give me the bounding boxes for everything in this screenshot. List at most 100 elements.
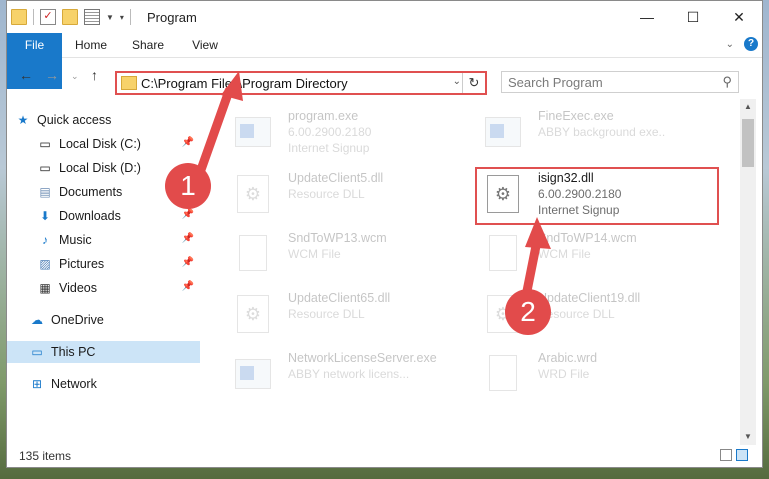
file-description: Internet Signup	[288, 141, 370, 155]
sidebar-item-videos[interactable]: ▦ Videos 📌	[37, 277, 200, 299]
sidebar-item-onedrive[interactable]: ☁ OneDrive	[29, 309, 200, 331]
drive-icon: ▭	[39, 137, 51, 151]
sidebar-item-label: OneDrive	[51, 313, 104, 327]
file-description: ABBY background exe..	[538, 125, 666, 139]
step-badge-2: 2	[505, 289, 551, 335]
music-icon: ♪	[42, 233, 48, 247]
file-name: FineExec.exe	[538, 109, 614, 123]
details-view-icon[interactable]	[720, 449, 732, 461]
title-bar: ✓ ▼ ▾ Program — ☐ ✕	[7, 1, 762, 33]
new-folder-icon[interactable]	[62, 9, 78, 25]
sidebar-item-downloads[interactable]: ⬇ Downloads 📌	[37, 205, 200, 227]
search-input[interactable]: Search Program ⚲	[501, 71, 739, 93]
status-bar: 135 items	[7, 445, 762, 467]
folder-icon	[121, 76, 137, 90]
folder-icon	[11, 9, 27, 25]
tab-view[interactable]: View	[183, 33, 227, 57]
file-type: Resource DLL	[288, 187, 365, 201]
tab-home[interactable]: Home	[69, 33, 113, 57]
recent-locations-icon[interactable]: ⌄	[71, 71, 79, 82]
forward-icon[interactable]: →	[45, 67, 59, 83]
file-item[interactable]: SndToWP13.wcm WCM File	[233, 229, 473, 285]
pin-icon[interactable]: 📌	[182, 281, 194, 292]
sidebar-item-label: Documents	[59, 185, 123, 199]
step-badge-1: 1	[165, 163, 211, 209]
expand-ribbon-icon[interactable]: ⌄	[726, 39, 734, 50]
pin-icon[interactable]: 📌	[182, 233, 194, 244]
file-type: Resource DLL	[288, 307, 365, 321]
sidebar-item-label: Network	[51, 377, 97, 391]
cloud-icon: ☁	[31, 313, 43, 327]
sidebar-item-label: This PC	[51, 345, 96, 359]
pin-icon[interactable]: 📌	[182, 209, 194, 220]
tiles-view-icon[interactable]	[736, 449, 748, 461]
sidebar-item-music[interactable]: ♪ Music 📌	[37, 229, 200, 251]
sidebar-item-label: Videos	[59, 281, 97, 295]
scroll-up-icon[interactable]: ▲	[740, 99, 756, 115]
pictures-icon: ▨	[39, 257, 51, 271]
file-name: program.exe	[288, 109, 359, 123]
film-icon: ▦	[39, 281, 51, 295]
chevron-down-icon[interactable]: ▼	[106, 13, 114, 22]
file-list: program.exe 6.00.2900.2180 Internet Sign…	[203, 99, 737, 441]
refresh-icon[interactable]: ↻	[462, 73, 485, 93]
close-button[interactable]: ✕	[716, 1, 762, 33]
item-count: 135 items	[19, 449, 72, 463]
file-item[interactable]: NetworkLicenseServer.exe ABBY network li…	[233, 349, 473, 405]
view-options-icon[interactable]	[84, 9, 100, 25]
minimize-button[interactable]: —	[624, 1, 670, 33]
help-icon[interactable]: ?	[744, 37, 758, 51]
sidebar-item-pictures[interactable]: ▨ Pictures 📌	[37, 253, 200, 275]
toolbar-separator	[129, 9, 131, 25]
network-icon: ⊞	[31, 377, 43, 391]
exe-file-icon	[233, 353, 273, 395]
star-icon: ★	[17, 113, 29, 127]
explorer-window: ✓ ▼ ▾ Program — ☐ ✕ File Home Share View…	[6, 0, 763, 468]
properties-check-icon[interactable]: ✓	[40, 9, 56, 25]
exe-file-icon	[483, 111, 523, 153]
sidebar-item-this-pc[interactable]: ▭ This PC	[7, 341, 200, 363]
search-placeholder: Search Program	[508, 75, 603, 90]
sidebar-item-label: Music	[59, 233, 92, 247]
navigation-bar: ← → ⌄ ↑ C:\Program Files\Program Directo…	[7, 61, 762, 95]
file-version: 6.00.2900.2180	[288, 125, 372, 139]
window-title: Program	[147, 10, 197, 25]
file-name: UpdateClient5.dll	[288, 171, 384, 185]
sidebar-item-local-disk-c[interactable]: ▭ Local Disk (C:) 📌	[37, 133, 200, 155]
file-item[interactable]: program.exe 6.00.2900.2180 Internet Sign…	[233, 107, 473, 163]
document-file-icon	[233, 233, 273, 275]
vertical-scrollbar[interactable]: ▲ ▼	[740, 99, 756, 445]
computer-icon: ▭	[31, 345, 43, 359]
tab-share[interactable]: Share	[125, 33, 171, 57]
address-bar[interactable]: C:\Program Files\Program Directory ⌄ ↻	[115, 71, 487, 95]
sidebar-item-network[interactable]: ⊞ Network	[29, 373, 200, 395]
file-description: ABBY network licens...	[288, 367, 410, 381]
customize-toolbar-icon[interactable]: ▾	[120, 13, 124, 22]
download-icon: ⬇	[39, 209, 51, 223]
maximize-button[interactable]: ☐	[670, 1, 716, 33]
scrollbar-thumb[interactable]	[742, 119, 754, 167]
quick-access-toolbar: ✓ ▼ ▾	[11, 9, 131, 25]
file-name: NetworkLicenseServer.exe	[288, 351, 437, 365]
file-item[interactable]: ⚙ UpdateClient65.dll Resource DLL	[233, 289, 473, 345]
file-item[interactable]: FineExec.exe ABBY background exe..	[483, 107, 723, 163]
sidebar-item-label: Pictures	[59, 257, 105, 271]
sidebar-item-label: Quick access	[37, 113, 112, 127]
file-item[interactable]: Arabic.wrd WRD File	[483, 349, 723, 405]
file-item[interactable]: ⚙ UpdateClient5.dll Resource DLL	[233, 169, 473, 225]
address-dropdown-icon[interactable]: ⌄	[453, 76, 461, 87]
file-name: SndToWP13.wcm	[288, 231, 387, 245]
dll-file-icon: ⚙	[233, 293, 273, 335]
back-icon[interactable]: ←	[19, 67, 33, 83]
toolbar-separator	[33, 9, 34, 25]
drive-icon: ▭	[39, 161, 51, 175]
search-icon[interactable]: ⚲	[722, 74, 732, 90]
pin-icon[interactable]: 📌	[182, 257, 194, 268]
file-type: WCM File	[288, 247, 341, 261]
sidebar-item-label: Downloads	[59, 209, 121, 223]
scroll-down-icon[interactable]: ▼	[740, 429, 756, 445]
up-icon[interactable]: ↑	[91, 67, 98, 83]
sidebar-item-label: Local Disk (C:)	[59, 137, 141, 151]
documents-icon: ▤	[39, 185, 51, 199]
ribbon-tabs: File Home Share View ⌄ ?	[7, 33, 762, 89]
